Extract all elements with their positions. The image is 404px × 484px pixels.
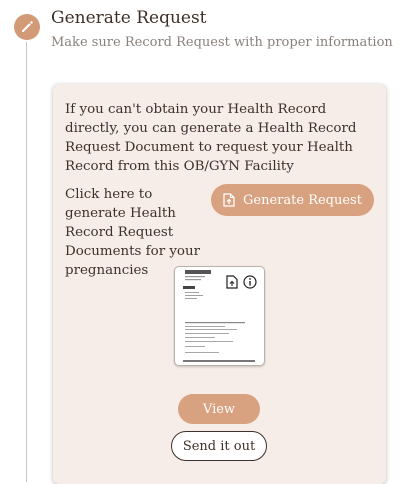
view-button[interactable]: View xyxy=(178,394,260,424)
file-upload-icon[interactable] xyxy=(226,275,238,289)
step-subtitle: Make sure Record Request with proper inf… xyxy=(51,35,393,50)
step-title: Generate Request xyxy=(51,8,207,28)
generate-request-label: Generate Request xyxy=(243,192,362,208)
generate-request-button[interactable]: Generate Request xyxy=(211,184,374,216)
document-preview-actions xyxy=(226,275,257,289)
pencil-icon xyxy=(22,21,33,32)
intro-text: If you can't obtain your Health Record d… xyxy=(65,102,357,174)
file-upload-icon xyxy=(223,193,235,207)
generate-request-card: If you can't obtain your Health Record d… xyxy=(53,84,386,484)
document-preview[interactable] xyxy=(174,266,265,366)
timeline-line xyxy=(26,42,27,482)
send-it-out-button[interactable]: Send it out xyxy=(171,431,267,461)
info-icon[interactable] xyxy=(243,275,257,289)
step-indicator xyxy=(14,14,40,40)
